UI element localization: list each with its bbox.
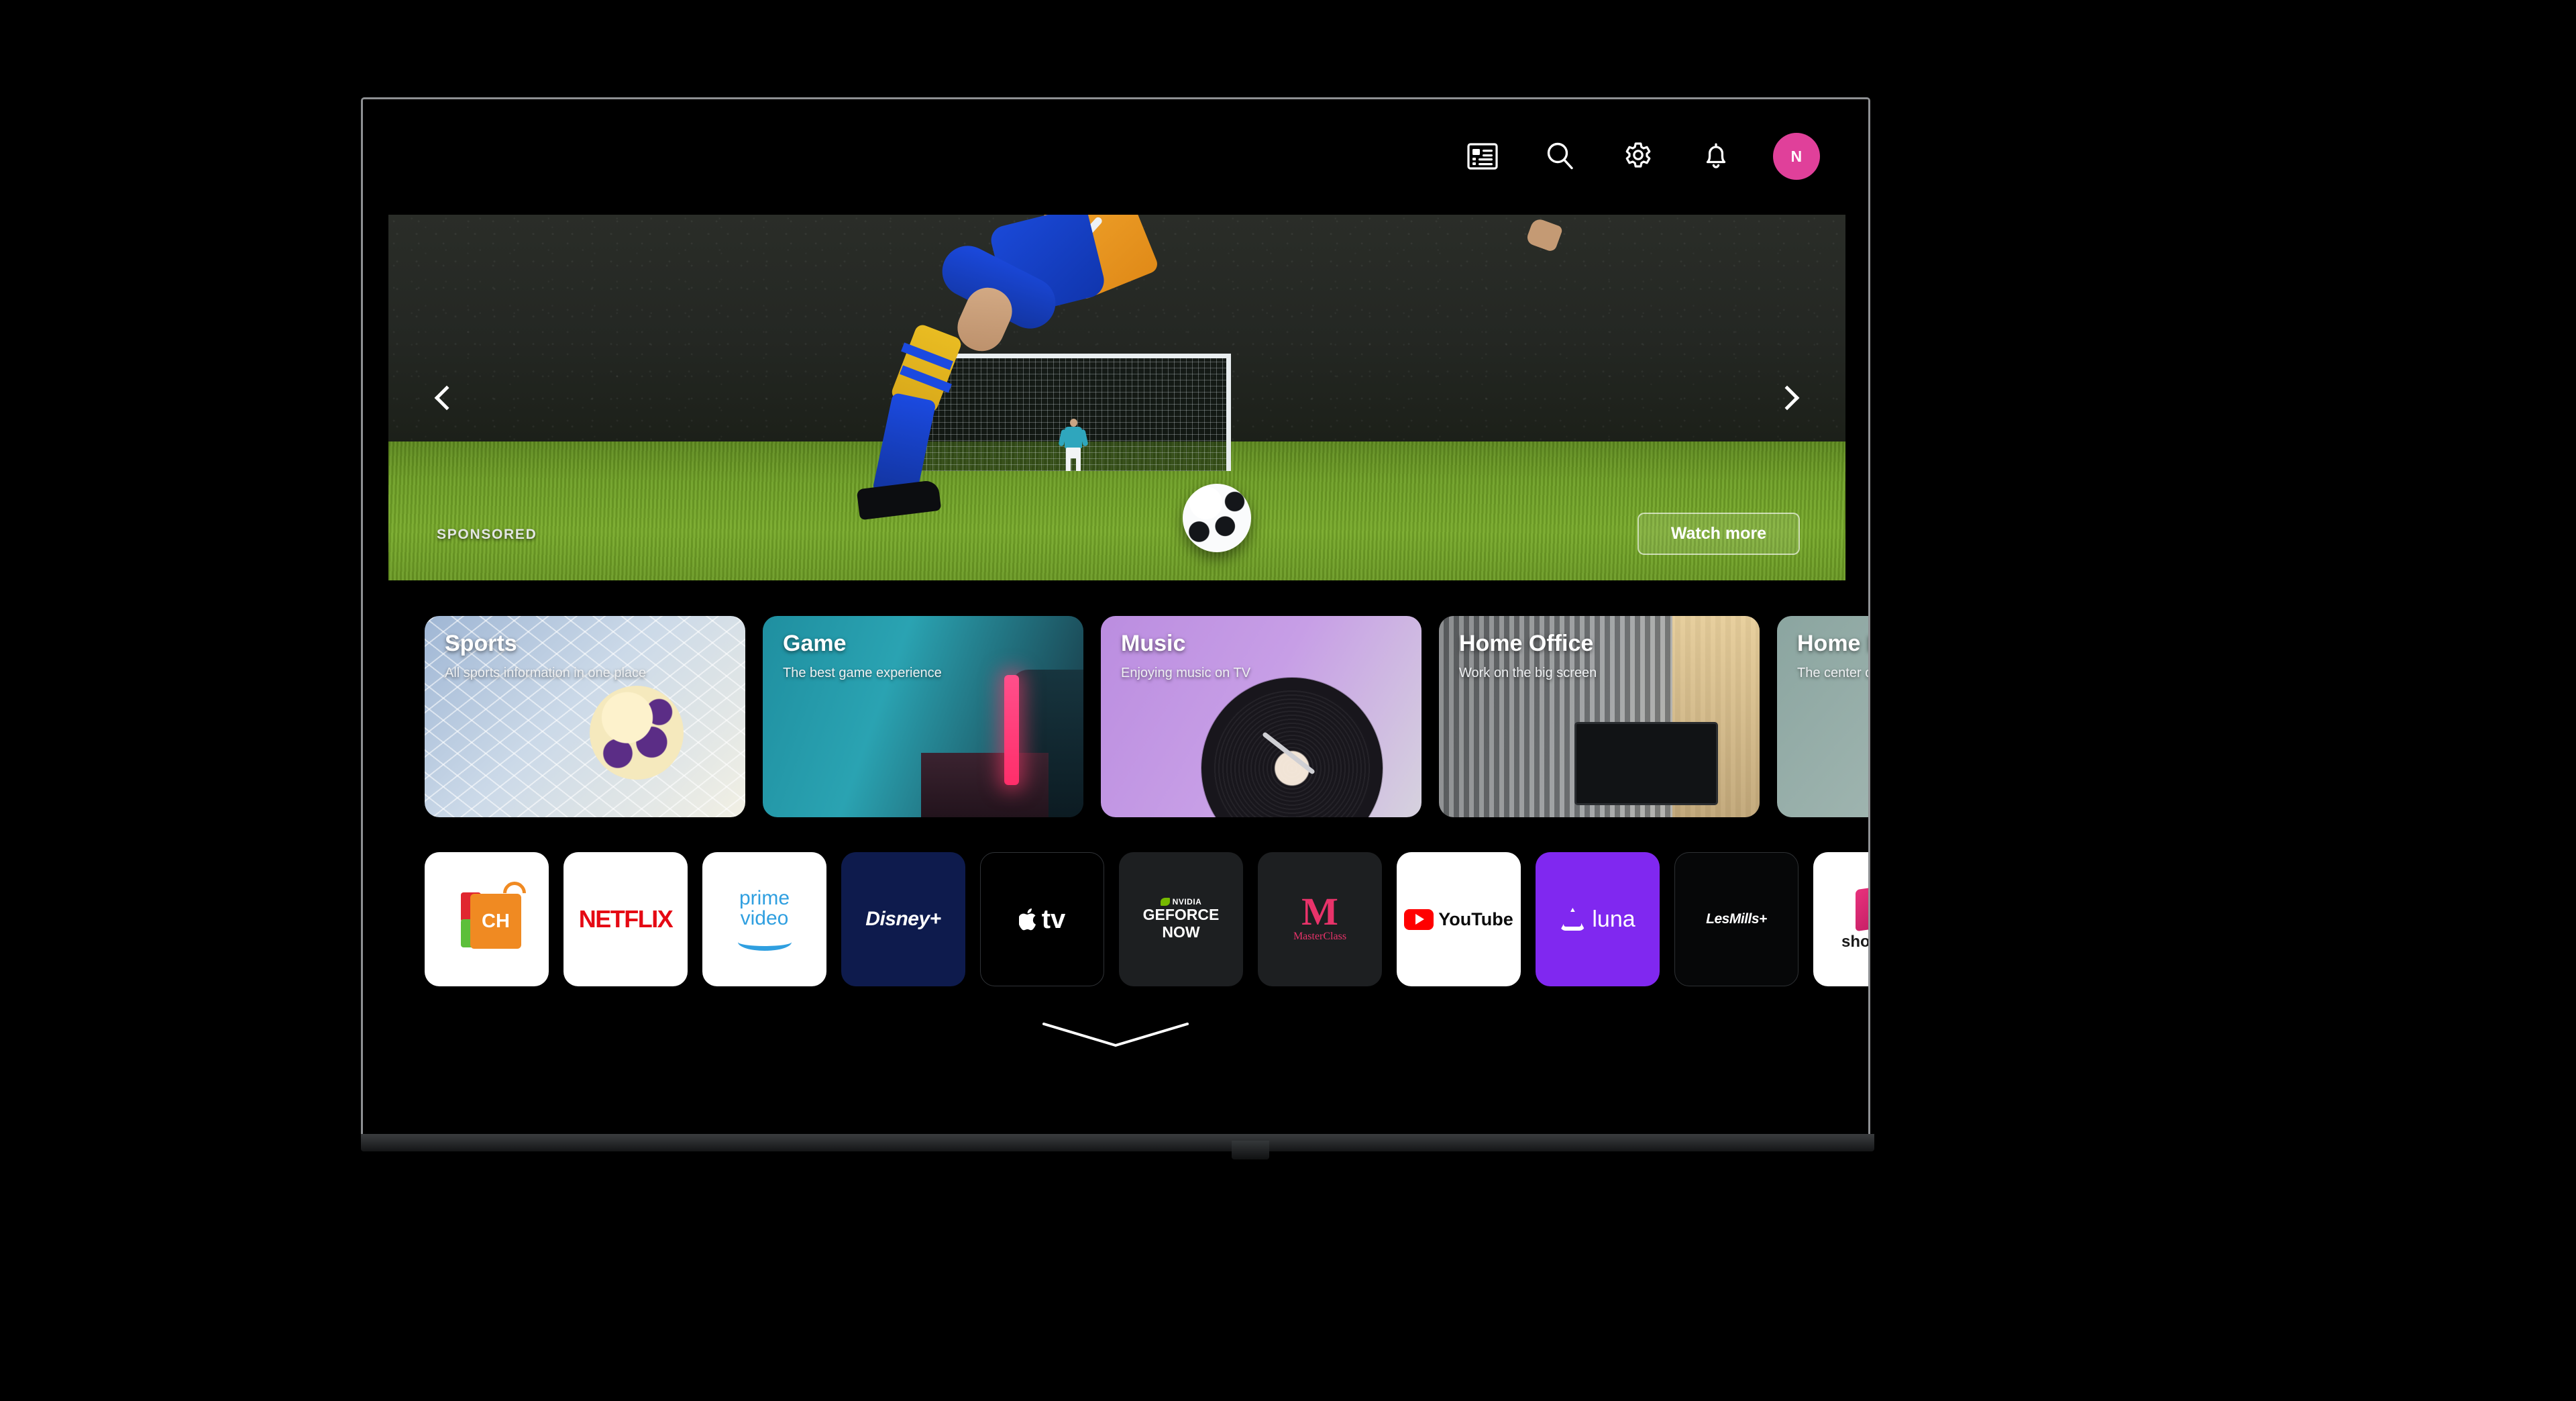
watch-more-button[interactable]: Watch more — [1637, 513, 1800, 555]
luna-triangle-icon — [1560, 908, 1586, 931]
card-subtitle: The center of the smart home — [1797, 666, 1868, 680]
app-lg-channels[interactable]: CH — [425, 852, 549, 986]
card-title: Game — [783, 631, 847, 656]
geforce-label: GEFORCE NOW — [1143, 906, 1220, 941]
card-title: Music — [1121, 631, 1186, 656]
search-icon[interactable] — [1540, 136, 1581, 177]
card-subtitle: Enjoying music on TV — [1121, 666, 1251, 680]
apple-logo-icon — [1018, 908, 1036, 931]
sports-ball-art — [590, 686, 684, 780]
avatar[interactable]: N — [1773, 133, 1820, 180]
shop-label: shop — [1841, 933, 1870, 951]
amazon-smile-icon — [737, 933, 792, 951]
chevron-down-icon — [1042, 1023, 1189, 1047]
masterclass-mark: M — [1301, 890, 1338, 934]
nvidia-eye-icon — [1160, 898, 1170, 906]
app-apple-tv[interactable]: tv — [980, 852, 1104, 986]
carousel-next-arrow[interactable] — [1764, 374, 1811, 421]
app-disney-plus[interactable]: Disney+ — [841, 852, 965, 986]
netflix-label: NETFLIX — [578, 905, 674, 933]
masterclass-label: MasterClass — [1293, 930, 1347, 942]
avatar-initial: N — [1790, 147, 1803, 165]
card-game[interactable]: Game The best game experience — [763, 616, 1083, 817]
top-bar: N — [363, 99, 1868, 213]
app-icons-row: CH NETFLIX prime video Disney+ tv NVIDIA… — [425, 852, 1870, 993]
carousel-prev-arrow[interactable] — [423, 374, 470, 421]
card-title: Sports — [445, 631, 517, 656]
shopping-bag-icon — [1855, 884, 1868, 932]
monitor-art — [1574, 722, 1718, 805]
youtube-play-icon — [1404, 909, 1434, 930]
notification-icon[interactable] — [1695, 136, 1737, 177]
app-masterclass[interactable]: M MasterClass — [1258, 852, 1382, 986]
app-prime-video[interactable]: prime video — [702, 852, 826, 986]
card-home-hub[interactable]: Home Hub The center of the smart home — [1777, 616, 1868, 817]
youtube-label: YouTube — [1438, 909, 1513, 929]
app-luna[interactable]: luna — [1536, 852, 1660, 986]
app-shop-time[interactable]: shop TIME — [1813, 852, 1870, 986]
app-netflix[interactable]: NETFLIX — [564, 852, 688, 986]
category-cards-row: Sports All sports information in one pla… — [425, 616, 1868, 817]
card-home-office[interactable]: Home Office Work on the big screen — [1439, 616, 1760, 817]
app-lesmills[interactable]: LesMills+ — [1674, 852, 1799, 986]
card-subtitle: Work on the big screen — [1459, 666, 1597, 680]
chevron-right-icon — [1774, 385, 1800, 410]
tv-stand-nub — [1232, 1141, 1269, 1159]
rgb-light-art — [1004, 675, 1019, 785]
card-subtitle: The best game experience — [783, 666, 942, 680]
apple-tv-label: tv — [1018, 904, 1066, 935]
prime-label-line2: video — [740, 906, 789, 929]
expand-handle[interactable] — [1038, 1020, 1193, 1056]
luna-label: luna — [1592, 906, 1635, 932]
guide-icon[interactable] — [1462, 136, 1503, 177]
vinyl-record-art — [1201, 678, 1383, 817]
app-youtube[interactable]: YouTube — [1397, 852, 1521, 986]
sponsored-label: SPONSORED — [437, 527, 537, 542]
lesmills-label: LesMills+ — [1706, 911, 1767, 927]
card-title: Home Hub — [1797, 631, 1868, 656]
shop-label-group: shop TIME — [1841, 933, 1870, 951]
hero-banner[interactable]: SPONSORED Watch more — [388, 215, 1845, 580]
tv-bottom-bezel — [361, 1134, 1874, 1151]
disney-plus-label: Disney+ — [865, 908, 941, 930]
soccer-player — [818, 215, 1193, 525]
card-subtitle: All sports information in one place — [445, 666, 647, 680]
gaming-desk-art — [921, 753, 1049, 817]
nvidia-label: NVIDIA — [1172, 897, 1202, 907]
tv-frame: N SPONSORED Watch more Sports All sports… — [361, 97, 1870, 1151]
chevron-left-icon — [434, 385, 460, 410]
soccer-ball — [1183, 484, 1251, 552]
tv-screen: N SPONSORED Watch more Sports All sports… — [363, 99, 1868, 1149]
geforce-line1: GEFORCE — [1142, 906, 1220, 924]
app-geforce-now[interactable]: NVIDIA GEFORCE NOW — [1119, 852, 1243, 986]
nvidia-brand: NVIDIA — [1160, 897, 1202, 907]
prime-label-line1: prime — [739, 886, 790, 909]
card-music[interactable]: Music Enjoying music on TV — [1101, 616, 1421, 817]
card-title: Home Office — [1459, 631, 1594, 656]
geforce-line2: NOW — [1162, 923, 1200, 941]
card-sports[interactable]: Sports All sports information in one pla… — [425, 616, 745, 817]
apple-tv-text: tv — [1041, 904, 1066, 934]
settings-icon[interactable] — [1617, 136, 1659, 177]
